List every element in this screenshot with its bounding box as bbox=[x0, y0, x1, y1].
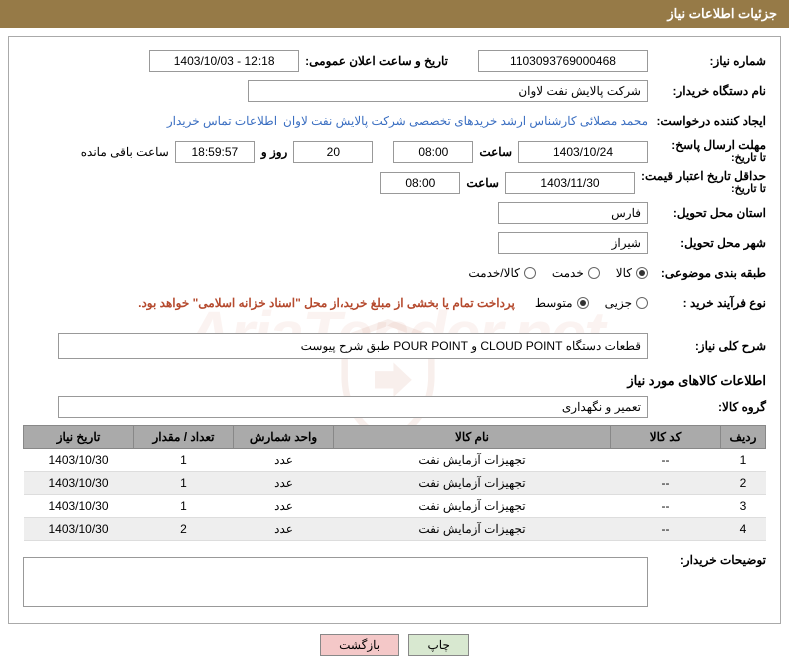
cell-name: تجهیزات آزمایش نفت bbox=[334, 472, 611, 495]
radio-medium[interactable]: متوسط bbox=[535, 296, 589, 310]
cell-qty: 1 bbox=[134, 449, 234, 472]
th-unit: واحد شمارش bbox=[234, 426, 334, 449]
radio-minor[interactable]: جزیی bbox=[605, 296, 648, 310]
th-qty: تعداد / مقدار bbox=[134, 426, 234, 449]
radio-goods[interactable]: کالا bbox=[616, 266, 648, 280]
radio-service-label: خدمت bbox=[552, 266, 584, 280]
radio-minor-label: جزیی bbox=[605, 296, 632, 310]
radio-goods-label: کالا bbox=[616, 266, 632, 280]
buyer-org-value: شرکت پالایش نفت لاوان bbox=[248, 80, 648, 102]
page-title: جزئیات اطلاعات نیاز bbox=[0, 0, 789, 28]
hour-label-1: ساعت bbox=[479, 145, 512, 159]
cell-qty: 1 bbox=[134, 495, 234, 518]
cell-name: تجهیزات آزمایش نفت bbox=[334, 495, 611, 518]
cell-name: تجهیزات آزمایش نفت bbox=[334, 518, 611, 541]
cell-unit: عدد bbox=[234, 472, 334, 495]
province-value: فارس bbox=[498, 202, 648, 224]
cell-n: 2 bbox=[721, 472, 766, 495]
buyer-org-label: نام دستگاه خریدار: bbox=[648, 84, 766, 98]
payment-note: پرداخت تمام یا بخشی از مبلغ خرید،از محل … bbox=[138, 296, 515, 310]
cell-qty: 1 bbox=[134, 472, 234, 495]
need-number-label: شماره نیاز: bbox=[648, 54, 766, 68]
cell-code: -- bbox=[611, 495, 721, 518]
cell-date: 1403/10/30 bbox=[24, 472, 134, 495]
requester-value: محمد مصلائی کارشناس ارشد خریدهای تخصصی ش… bbox=[283, 114, 648, 128]
radio-icon bbox=[524, 267, 536, 279]
radio-service[interactable]: خدمت bbox=[552, 266, 600, 280]
cell-unit: عدد bbox=[234, 518, 334, 541]
buyer-contact-link[interactable]: اطلاعات تماس خریدار bbox=[167, 114, 277, 128]
remain-time-value: 18:59:57 bbox=[175, 141, 255, 163]
cell-code: -- bbox=[611, 449, 721, 472]
requester-label: ایجاد کننده درخواست: bbox=[648, 114, 766, 128]
remain-suffix: ساعت باقی مانده bbox=[81, 145, 169, 159]
back-button[interactable]: بازگشت bbox=[320, 634, 399, 656]
cell-unit: عدد bbox=[234, 495, 334, 518]
reply-date-value: 1403/10/24 bbox=[518, 141, 648, 163]
radio-icon bbox=[588, 267, 600, 279]
cell-n: 4 bbox=[721, 518, 766, 541]
th-row: ردیف bbox=[721, 426, 766, 449]
category-label: طبقه بندی موضوعی: bbox=[648, 266, 766, 280]
cell-unit: عدد bbox=[234, 449, 334, 472]
radio-goods-service-label: کالا/خدمت bbox=[468, 266, 519, 280]
table-row: 4--تجهیزات آزمایش نفتعدد21403/10/30 bbox=[24, 518, 766, 541]
th-code: کد کالا bbox=[611, 426, 721, 449]
overall-desc-value: قطعات دستگاه CLOUD POINT و POUR POINT طب… bbox=[58, 333, 648, 359]
day-and-label: روز و bbox=[261, 145, 288, 159]
purchase-type-label: نوع فرآیند خرید : bbox=[648, 296, 766, 310]
radio-icon bbox=[636, 267, 648, 279]
buyer-notes-label: توضیحات خریدار: bbox=[648, 553, 766, 567]
cell-code: -- bbox=[611, 472, 721, 495]
item-group-value: تعمیر و نگهداری bbox=[58, 396, 648, 418]
radio-goods-service[interactable]: کالا/خدمت bbox=[468, 266, 535, 280]
cell-date: 1403/10/30 bbox=[24, 518, 134, 541]
quote-date-value: 1403/11/30 bbox=[505, 172, 635, 194]
item-group-label: گروه کالا: bbox=[648, 400, 766, 414]
items-section-title: اطلاعات کالاهای مورد نیاز bbox=[23, 373, 766, 389]
cell-date: 1403/10/30 bbox=[24, 449, 134, 472]
cell-code: -- bbox=[611, 518, 721, 541]
th-name: نام کالا bbox=[334, 426, 611, 449]
hour-label-2: ساعت bbox=[466, 176, 499, 190]
table-row: 3--تجهیزات آزمایش نفتعدد11403/10/30 bbox=[24, 495, 766, 518]
remain-days-value: 20 bbox=[293, 141, 373, 163]
quote-valid-label: حداقل تاریخ اعتبار قیمت: تا تاریخ: bbox=[635, 170, 766, 195]
radio-icon bbox=[577, 297, 589, 309]
radio-icon bbox=[636, 297, 648, 309]
quote-hour-value: 08:00 bbox=[380, 172, 460, 194]
need-number-value: 1103093769000468 bbox=[478, 50, 648, 72]
cell-qty: 2 bbox=[134, 518, 234, 541]
table-row: 2--تجهیزات آزمایش نفتعدد11403/10/30 bbox=[24, 472, 766, 495]
th-date: تاریخ نیاز bbox=[24, 426, 134, 449]
radio-medium-label: متوسط bbox=[535, 296, 573, 310]
cell-date: 1403/10/30 bbox=[24, 495, 134, 518]
announce-date-label: تاریخ و ساعت اعلان عمومی: bbox=[305, 54, 448, 68]
table-row: 1--تجهیزات آزمایش نفتعدد11403/10/30 bbox=[24, 449, 766, 472]
city-value: شیراز bbox=[498, 232, 648, 254]
cell-n: 1 bbox=[721, 449, 766, 472]
announce-date-value: 1403/10/03 - 12:18 bbox=[149, 50, 299, 72]
city-label: شهر محل تحویل: bbox=[648, 236, 766, 250]
reply-deadline-label: مهلت ارسال پاسخ: تا تاریخ: bbox=[648, 139, 766, 164]
buyer-notes-box bbox=[23, 557, 648, 607]
cell-name: تجهیزات آزمایش نفت bbox=[334, 449, 611, 472]
reply-hour-value: 08:00 bbox=[393, 141, 473, 163]
print-button[interactable]: چاپ bbox=[408, 634, 468, 656]
items-table: ردیف کد کالا نام کالا واحد شمارش تعداد /… bbox=[23, 425, 766, 541]
province-label: استان محل تحویل: bbox=[648, 206, 766, 220]
overall-desc-label: شرح کلی نیاز: bbox=[648, 339, 766, 353]
cell-n: 3 bbox=[721, 495, 766, 518]
